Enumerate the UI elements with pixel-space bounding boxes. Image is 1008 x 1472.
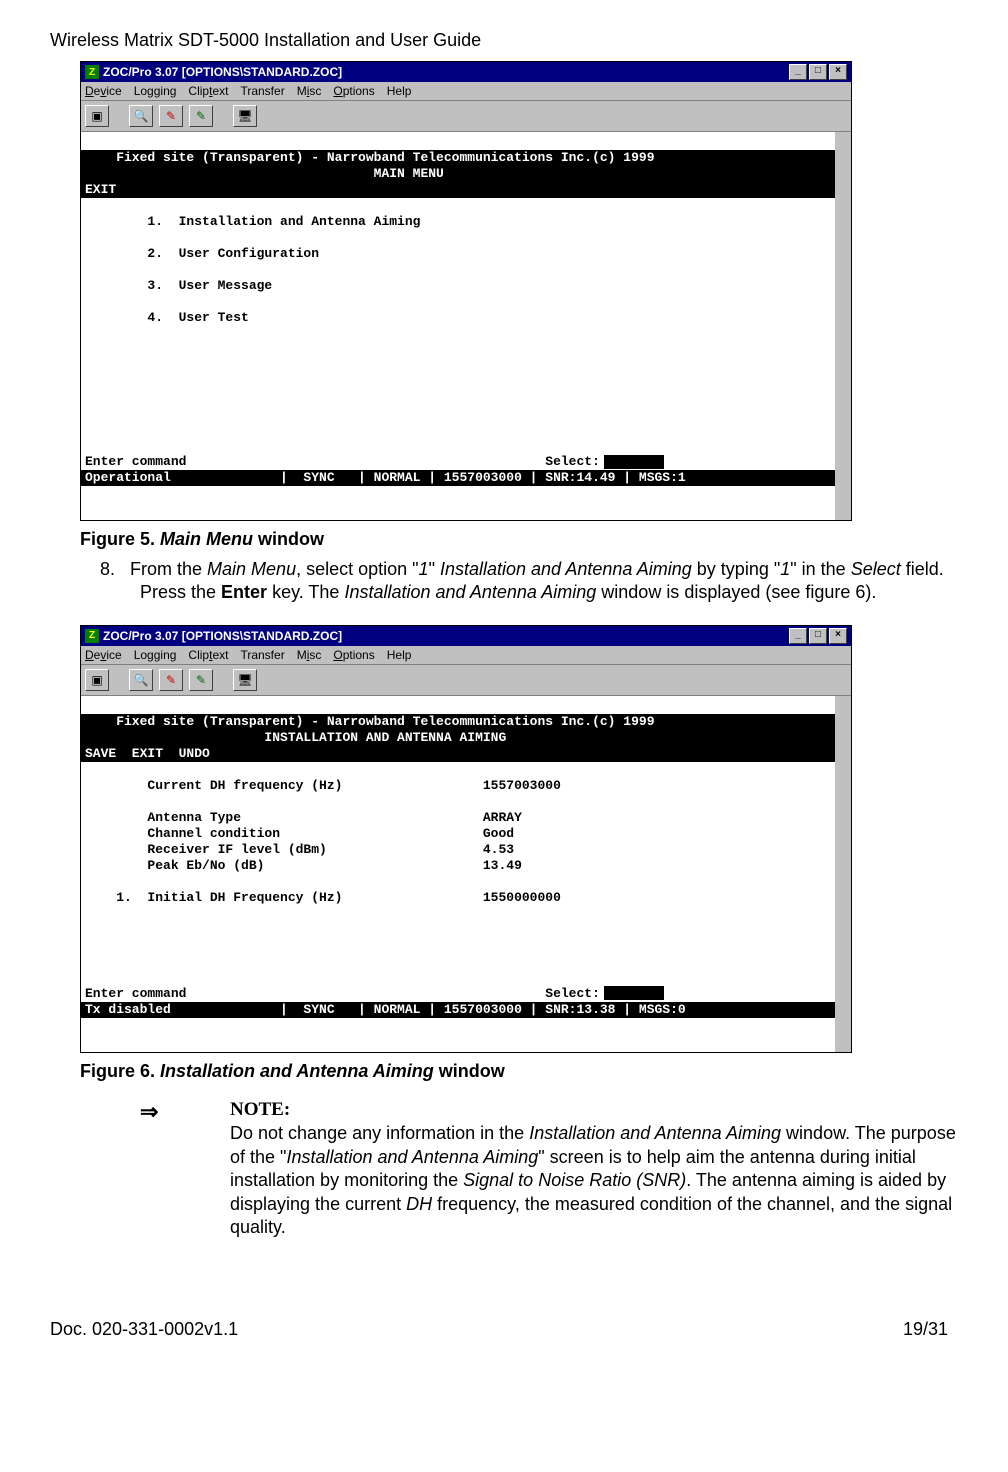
toolbar-btn-4[interactable]: ✎ xyxy=(189,669,213,691)
toolbar: ▣ 🔍 ✎ ✎ 🖥 xyxy=(81,665,851,696)
term-title: INSTALLATION AND ANTENNA AIMING xyxy=(81,730,835,746)
term-header: Fixed site (Transparent) - Narrowband Te… xyxy=(81,150,835,166)
close-button[interactable]: × xyxy=(829,64,847,80)
toolbar-btn-5[interactable]: 🖥 xyxy=(233,669,257,691)
menubar: Device Logging Cliptext Transfer Misc Op… xyxy=(81,82,851,101)
maximize-button[interactable]: □ xyxy=(809,64,827,80)
toolbar-btn-3[interactable]: ✎ xyxy=(159,105,183,127)
note-label: NOTE: xyxy=(230,1098,958,1123)
term-title: MAIN MENU xyxy=(81,166,835,182)
window-title: ZOC/Pro 3.07 [OPTIONS\STANDARD.ZOC] xyxy=(103,65,342,79)
figure-6-caption: Figure 6. Installation and Antenna Aimin… xyxy=(80,1061,958,1082)
row-initial-dh: 1. Initial DH Frequency (Hz) 1550000000 xyxy=(81,890,561,905)
zoc-window-main-menu: Z ZOC/Pro 3.07 [OPTIONS\STANDARD.ZOC] _ … xyxy=(80,61,852,521)
row-receiver: Receiver IF level (dBm) 4.53 xyxy=(81,842,514,857)
menu-transfer[interactable]: Transfer xyxy=(240,648,284,662)
toolbar-btn-2[interactable]: 🔍 xyxy=(129,105,153,127)
close-button[interactable]: × xyxy=(829,628,847,644)
row-antenna-type: Antenna Type ARRAY xyxy=(81,810,522,825)
menu-misc[interactable]: Misc xyxy=(297,648,322,662)
menu-logging[interactable]: Logging xyxy=(134,84,177,98)
page-footer: Doc. 020-331-0002v1.1 19/31 xyxy=(50,1319,958,1340)
footer-page-num: 19/31 xyxy=(903,1319,948,1340)
status-line: Tx disabled | SYNC | NORMAL | 1557003000… xyxy=(81,1002,835,1018)
toolbar-btn-4[interactable]: ✎ xyxy=(189,105,213,127)
term-exit: EXIT xyxy=(81,182,835,198)
note-block: ⇒ NOTE: Do not change any information in… xyxy=(190,1098,958,1240)
terminal-main-menu: Fixed site (Transparent) - Narrowband Te… xyxy=(81,132,851,520)
toolbar-btn-2[interactable]: 🔍 xyxy=(129,669,153,691)
toolbar-btn-3[interactable]: ✎ xyxy=(159,669,183,691)
select-input[interactable] xyxy=(604,455,664,469)
menu-help[interactable]: Help xyxy=(387,648,412,662)
menu-option-4: 4. User Test xyxy=(81,310,249,325)
window-titlebar: Z ZOC/Pro 3.07 [OPTIONS\STANDARD.ZOC] _ … xyxy=(81,62,851,82)
figure-5-caption: Figure 5. Main Menu window xyxy=(80,529,958,550)
menu-option-2: 2. User Configuration xyxy=(81,246,319,261)
maximize-button[interactable]: □ xyxy=(809,628,827,644)
menu-options[interactable]: Options xyxy=(333,648,374,662)
row-current-dh: Current DH frequency (Hz) 1557003000 xyxy=(81,778,561,793)
enter-command: Enter command Select: xyxy=(81,454,664,469)
menu-logging[interactable]: Logging xyxy=(134,648,177,662)
step-8-text: 8.From the Main Menu, select option "1" … xyxy=(140,558,948,605)
toolbar-btn-5[interactable]: 🖥 xyxy=(233,105,257,127)
minimize-button[interactable]: _ xyxy=(789,64,807,80)
doc-header: Wireless Matrix SDT-5000 Installation an… xyxy=(50,30,958,51)
footer-doc-id: Doc. 020-331-0002v1.1 xyxy=(50,1319,238,1340)
enter-command: Enter command Select: xyxy=(81,986,664,1001)
menu-device[interactable]: Device xyxy=(85,648,122,662)
app-icon: Z xyxy=(85,65,99,79)
menu-misc[interactable]: Misc xyxy=(297,84,322,98)
status-line: Operational | SYNC | NORMAL | 1557003000… xyxy=(81,470,835,486)
menu-device[interactable]: Device xyxy=(85,84,122,98)
toolbar: ▣ 🔍 ✎ ✎ 🖥 xyxy=(81,101,851,132)
menu-option-1: 1. Installation and Antenna Aiming xyxy=(81,214,420,229)
term-header: Fixed site (Transparent) - Narrowband Te… xyxy=(81,714,835,730)
row-channel: Channel condition Good xyxy=(81,826,514,841)
menu-options[interactable]: Options xyxy=(333,84,374,98)
select-input[interactable] xyxy=(604,986,664,1000)
term-save: SAVE EXIT UNDO xyxy=(81,746,835,762)
menu-transfer[interactable]: Transfer xyxy=(240,84,284,98)
menu-help[interactable]: Help xyxy=(387,84,412,98)
menu-cliptext[interactable]: Cliptext xyxy=(188,84,228,98)
window-title: ZOC/Pro 3.07 [OPTIONS\STANDARD.ZOC] xyxy=(103,629,342,643)
menubar: Device Logging Cliptext Transfer Misc Op… xyxy=(81,646,851,665)
minimize-button[interactable]: _ xyxy=(789,628,807,644)
app-icon: Z xyxy=(85,629,99,643)
window-titlebar: Z ZOC/Pro 3.07 [OPTIONS\STANDARD.ZOC] _ … xyxy=(81,626,851,646)
note-body: Do not change any information in the Ins… xyxy=(230,1122,958,1239)
menu-cliptext[interactable]: Cliptext xyxy=(188,648,228,662)
terminal-antenna: Fixed site (Transparent) - Narrowband Te… xyxy=(81,696,851,1052)
note-arrow-icon: ⇒ xyxy=(140,1098,158,1127)
zoc-window-antenna: Z ZOC/Pro 3.07 [OPTIONS\STANDARD.ZOC] _ … xyxy=(80,625,852,1053)
toolbar-btn-1[interactable]: ▣ xyxy=(85,105,109,127)
menu-option-3: 3. User Message xyxy=(81,278,272,293)
row-peak: Peak Eb/No (dB) 13.49 xyxy=(81,858,522,873)
toolbar-btn-1[interactable]: ▣ xyxy=(85,669,109,691)
